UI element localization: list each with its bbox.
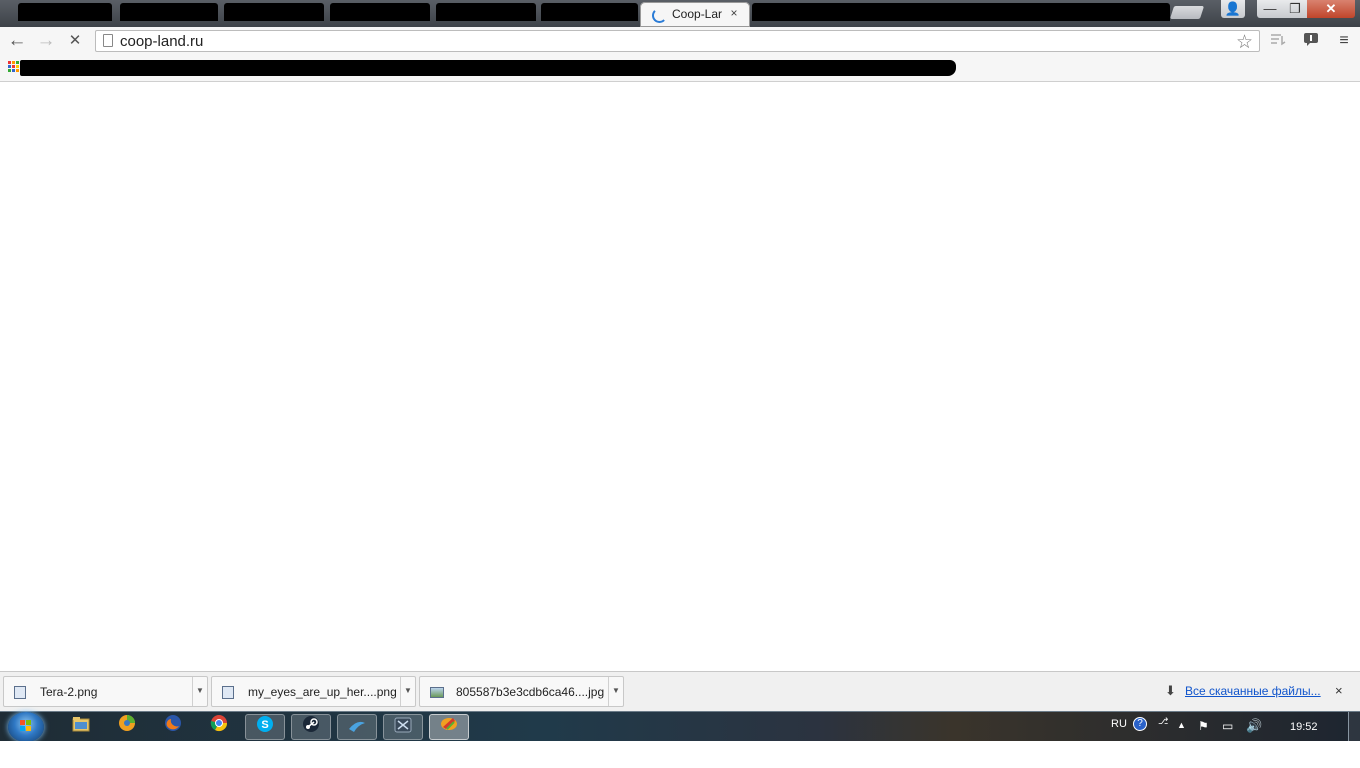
- start-button[interactable]: [8, 712, 44, 742]
- download-shelf: Tera-2.png ▼ my_eyes_are_up_her....png ▼…: [0, 671, 1360, 712]
- download-name: 805587b3e3cdb6ca46....jpg: [456, 685, 605, 699]
- menu-icon[interactable]: ≡: [1334, 31, 1354, 51]
- address-bar[interactable]: coop-land.ru ☆: [95, 30, 1260, 54]
- bookmarks-bar: [0, 56, 1360, 82]
- tab-redacted[interactable]: [330, 3, 430, 21]
- tab-strip: Coop-Lar × 👤 — ❐ ✕: [0, 0, 1360, 27]
- bottom-margin: [0, 741, 1360, 768]
- download-name: Tera-2.png: [40, 685, 98, 699]
- active-browser-icon[interactable]: [429, 714, 469, 740]
- tab-redacted[interactable]: [120, 3, 218, 21]
- chrome-icon[interactable]: [199, 714, 239, 740]
- tab-redacted[interactable]: [541, 3, 638, 21]
- close-shelf-icon[interactable]: ×: [1335, 683, 1343, 698]
- page-icon: [103, 34, 113, 47]
- tab-redacted[interactable]: [436, 3, 536, 21]
- firefox-icon[interactable]: [153, 714, 193, 740]
- minimize-button[interactable]: —: [1257, 0, 1283, 18]
- browser-toolbar: ← → ✕ coop-land.ru ☆ ≡: [0, 27, 1360, 56]
- tray-expand-icon[interactable]: ▲: [1177, 720, 1186, 730]
- back-button[interactable]: ←: [5, 30, 29, 52]
- file-icon: [222, 686, 234, 699]
- chevron-down-icon[interactable]: ▼: [400, 677, 415, 706]
- bookmark-star-icon[interactable]: ☆: [1236, 31, 1253, 54]
- help-icon[interactable]: ?: [1133, 717, 1147, 731]
- profile-icon[interactable]: 👤: [1221, 0, 1245, 18]
- maximize-button[interactable]: ❐: [1283, 0, 1307, 18]
- cast-icon[interactable]: [1268, 31, 1288, 51]
- download-arrow-icon: ⬇: [1165, 683, 1176, 698]
- network-icon[interactable]: ▭: [1222, 719, 1233, 733]
- page-content: [0, 82, 1360, 671]
- windows-logo-icon: [20, 720, 32, 732]
- tab-active[interactable]: Coop-Lar ×: [640, 2, 750, 27]
- clock[interactable]: 19:52: [1290, 721, 1318, 733]
- close-window-button[interactable]: ✕: [1307, 0, 1355, 18]
- file-icon: [14, 686, 26, 699]
- chevron-down-icon[interactable]: ▼: [192, 677, 207, 706]
- forward-button[interactable]: →: [34, 30, 58, 52]
- stop-loading-button[interactable]: ✕: [63, 30, 87, 52]
- keyboard-icon[interactable]: ⎇: [1158, 716, 1168, 727]
- app-icon[interactable]: [383, 714, 423, 740]
- image-file-icon: [430, 687, 444, 698]
- tab-close-icon[interactable]: ×: [727, 6, 741, 20]
- skype-icon[interactable]: S: [245, 714, 285, 740]
- download-item[interactable]: my_eyes_are_up_her....png ▼: [211, 676, 416, 707]
- action-center-flag-icon[interactable]: ⚑: [1198, 719, 1209, 733]
- volume-icon[interactable]: 🔊: [1246, 718, 1262, 734]
- steam-icon[interactable]: [291, 714, 331, 740]
- tab-redacted[interactable]: [18, 3, 112, 21]
- url-text[interactable]: coop-land.ru: [120, 33, 203, 50]
- show-desktop-button[interactable]: [1348, 712, 1360, 742]
- download-name: my_eyes_are_up_her....png: [248, 685, 397, 699]
- windows-taskbar: S RU ? ⎇ ▲ ⚑ ▭ 🔊 19:52: [0, 711, 1360, 742]
- tab-redacted[interactable]: [224, 3, 324, 21]
- extension-icon[interactable]: [1301, 31, 1321, 51]
- download-item[interactable]: Tera-2.png ▼: [3, 676, 208, 707]
- bookmarks-redacted[interactable]: [20, 60, 956, 76]
- chevron-down-icon[interactable]: ▼: [608, 677, 623, 706]
- language-indicator[interactable]: RU: [1111, 718, 1127, 730]
- tab-title: Coop-Lar: [672, 7, 722, 21]
- explorer-icon[interactable]: [61, 714, 101, 740]
- apps-icon[interactable]: [8, 61, 20, 73]
- browser-icon[interactable]: [107, 714, 147, 740]
- svg-text:S: S: [261, 719, 268, 731]
- download-item[interactable]: 805587b3e3cdb6ca46....jpg ▼: [419, 676, 624, 707]
- tab-redacted[interactable]: [752, 3, 1170, 21]
- new-tab-button[interactable]: [1169, 6, 1205, 19]
- loading-spinner-icon: [652, 8, 667, 23]
- show-all-downloads-link[interactable]: Все скачанные файлы...: [1185, 684, 1321, 698]
- app-icon[interactable]: [337, 714, 377, 740]
